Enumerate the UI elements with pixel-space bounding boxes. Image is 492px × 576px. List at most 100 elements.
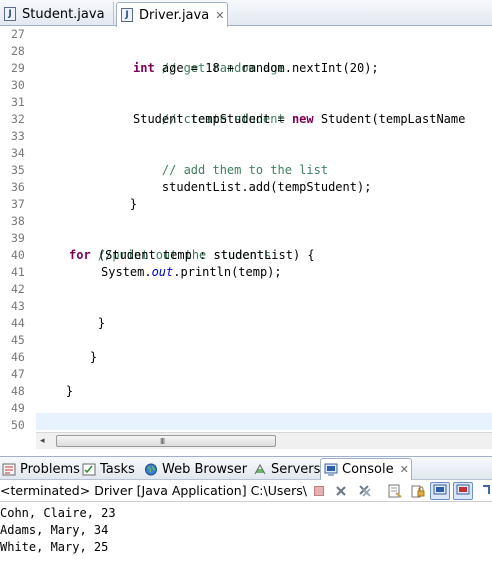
code-field: out bbox=[151, 265, 174, 279]
scroll-lock-icon bbox=[411, 485, 425, 498]
scrollbar-thumb[interactable]: III bbox=[56, 435, 276, 447]
scroll-lock-button[interactable] bbox=[408, 482, 428, 500]
tab-label: Console bbox=[342, 462, 394, 477]
close-icon[interactable]: ✕ bbox=[215, 9, 224, 22]
line-number: 39 bbox=[11, 231, 25, 245]
remove-launch-button[interactable] bbox=[331, 482, 351, 500]
line-number: 47 bbox=[11, 367, 25, 381]
line-number: 34 bbox=[11, 146, 25, 160]
console-output-line: Adams, Mary, 34 bbox=[0, 523, 109, 537]
code-line: // add them to the list bbox=[133, 145, 328, 177]
code-line: // get random age bbox=[133, 43, 285, 75]
java-file-icon: J bbox=[121, 8, 133, 22]
close-icon[interactable]: ✕ bbox=[400, 463, 409, 476]
remove-launch-icon bbox=[336, 486, 346, 496]
pin-console-button[interactable] bbox=[478, 482, 492, 500]
code-line: //print out the students bbox=[69, 230, 271, 262]
line-number: 33 bbox=[11, 129, 25, 143]
code-line: } bbox=[61, 332, 97, 364]
code-text: } bbox=[97, 316, 106, 330]
code-text: (Student temp : studentList) { bbox=[90, 248, 315, 262]
code-line: } bbox=[69, 298, 105, 330]
line-number: 46 bbox=[11, 350, 25, 364]
line-number: 31 bbox=[11, 95, 25, 109]
pin-icon bbox=[483, 485, 490, 494]
tab-problems[interactable]: Problems bbox=[2, 458, 80, 480]
current-line-highlight bbox=[36, 413, 492, 430]
servers-icon bbox=[253, 463, 267, 476]
code-text: age = 18 + random.nextInt(20); bbox=[154, 61, 379, 75]
tab-web-browser[interactable]: Web Browser bbox=[144, 458, 248, 480]
terminate-button[interactable] bbox=[309, 482, 329, 500]
show-on-output-button[interactable] bbox=[430, 482, 450, 500]
tab-console[interactable]: Console ✕ bbox=[320, 458, 412, 480]
tab-label: Problems bbox=[20, 461, 80, 477]
code-line: studentList.add(tempStudent); bbox=[133, 162, 372, 194]
java-file-icon: J bbox=[4, 7, 16, 21]
line-number: 49 bbox=[11, 401, 25, 415]
line-number: 37 bbox=[11, 197, 25, 211]
remove-all-icon bbox=[359, 485, 371, 497]
code-text: studentList.add(tempStudent); bbox=[161, 180, 372, 194]
line-number: 48 bbox=[11, 384, 25, 398]
line-number: 42 bbox=[11, 282, 25, 296]
code-line: // create student bbox=[133, 94, 285, 126]
tab-label: Servers bbox=[271, 461, 321, 477]
tab-label: Web Browser bbox=[162, 461, 248, 477]
code-text: } bbox=[89, 350, 98, 364]
line-number: 38 bbox=[11, 214, 25, 228]
code-line: System.out.println(temp); bbox=[101, 264, 282, 281]
editor-tab-bar: J Student.java J Driver.java ✕ bbox=[0, 0, 492, 27]
show-error-console-icon bbox=[456, 484, 470, 495]
globe-icon bbox=[144, 463, 158, 476]
line-number: 44 bbox=[11, 316, 25, 330]
tab-label: Student.java bbox=[22, 6, 105, 22]
code-keyword: int bbox=[133, 61, 155, 75]
code-line: } bbox=[37, 366, 73, 398]
console-output-line: White, Mary, 25 bbox=[0, 540, 109, 554]
line-number: 43 bbox=[11, 299, 25, 313]
views-tab-bar: Problems Tasks Web Browser Servers Conso… bbox=[0, 456, 492, 480]
clear-console-icon bbox=[388, 484, 402, 498]
code-keyword: for bbox=[69, 248, 91, 262]
console-status-label: <terminated> Driver [Java Application] C… bbox=[0, 483, 307, 498]
line-number: 32 bbox=[11, 112, 25, 126]
tasks-icon bbox=[82, 463, 96, 476]
show-on-error-button[interactable] bbox=[453, 482, 473, 500]
tab-label: Driver.java bbox=[139, 7, 210, 23]
code-text: Student(tempLastName bbox=[313, 112, 466, 126]
line-number: 50 bbox=[11, 418, 25, 432]
line-number: 28 bbox=[11, 44, 25, 58]
code-line: for (Student temp : studentList) { bbox=[69, 247, 315, 264]
tab-servers[interactable]: Servers bbox=[253, 458, 321, 480]
code-line: int age = 18 + random.nextInt(20); bbox=[133, 60, 379, 77]
line-number: 30 bbox=[11, 78, 25, 92]
tab-label: Tasks bbox=[100, 461, 135, 477]
console-output-area[interactable]: Cohn, Claire, 23 Adams, Mary, 34 White, … bbox=[0, 503, 492, 576]
code-line: } bbox=[101, 179, 137, 211]
code-text: } bbox=[129, 197, 138, 211]
code-text: System. bbox=[101, 265, 152, 279]
code-text: Student tempStudent = bbox=[133, 112, 292, 126]
line-number: 45 bbox=[11, 333, 25, 347]
clear-console-button[interactable] bbox=[385, 482, 405, 500]
remove-all-terminated-button[interactable] bbox=[354, 482, 374, 500]
scroll-left-arrow-icon[interactable]: ◂ bbox=[40, 436, 45, 446]
tab-driver-java[interactable]: J Driver.java ✕ bbox=[116, 2, 228, 27]
console-header: <terminated> Driver [Java Application] C… bbox=[0, 480, 492, 502]
line-number: 27 bbox=[11, 27, 25, 41]
code-keyword: new bbox=[291, 112, 314, 126]
line-number: 36 bbox=[11, 180, 25, 194]
line-number: 35 bbox=[11, 163, 25, 177]
horizontal-scrollbar[interactable]: ◂ III bbox=[36, 432, 492, 449]
tab-student-java[interactable]: J Student.java bbox=[0, 2, 114, 26]
show-console-icon bbox=[433, 484, 447, 495]
scrollbar-grip-icon: III bbox=[160, 437, 165, 446]
line-number: 41 bbox=[11, 265, 25, 279]
code-text: } bbox=[65, 384, 74, 398]
tab-tasks[interactable]: Tasks bbox=[82, 458, 140, 480]
console-icon bbox=[324, 463, 338, 476]
console-output-line: Cohn, Claire, 23 bbox=[0, 506, 116, 520]
problems-icon bbox=[2, 463, 16, 476]
code-line: Student tempStudent = new Student(tempLa… bbox=[133, 111, 465, 128]
